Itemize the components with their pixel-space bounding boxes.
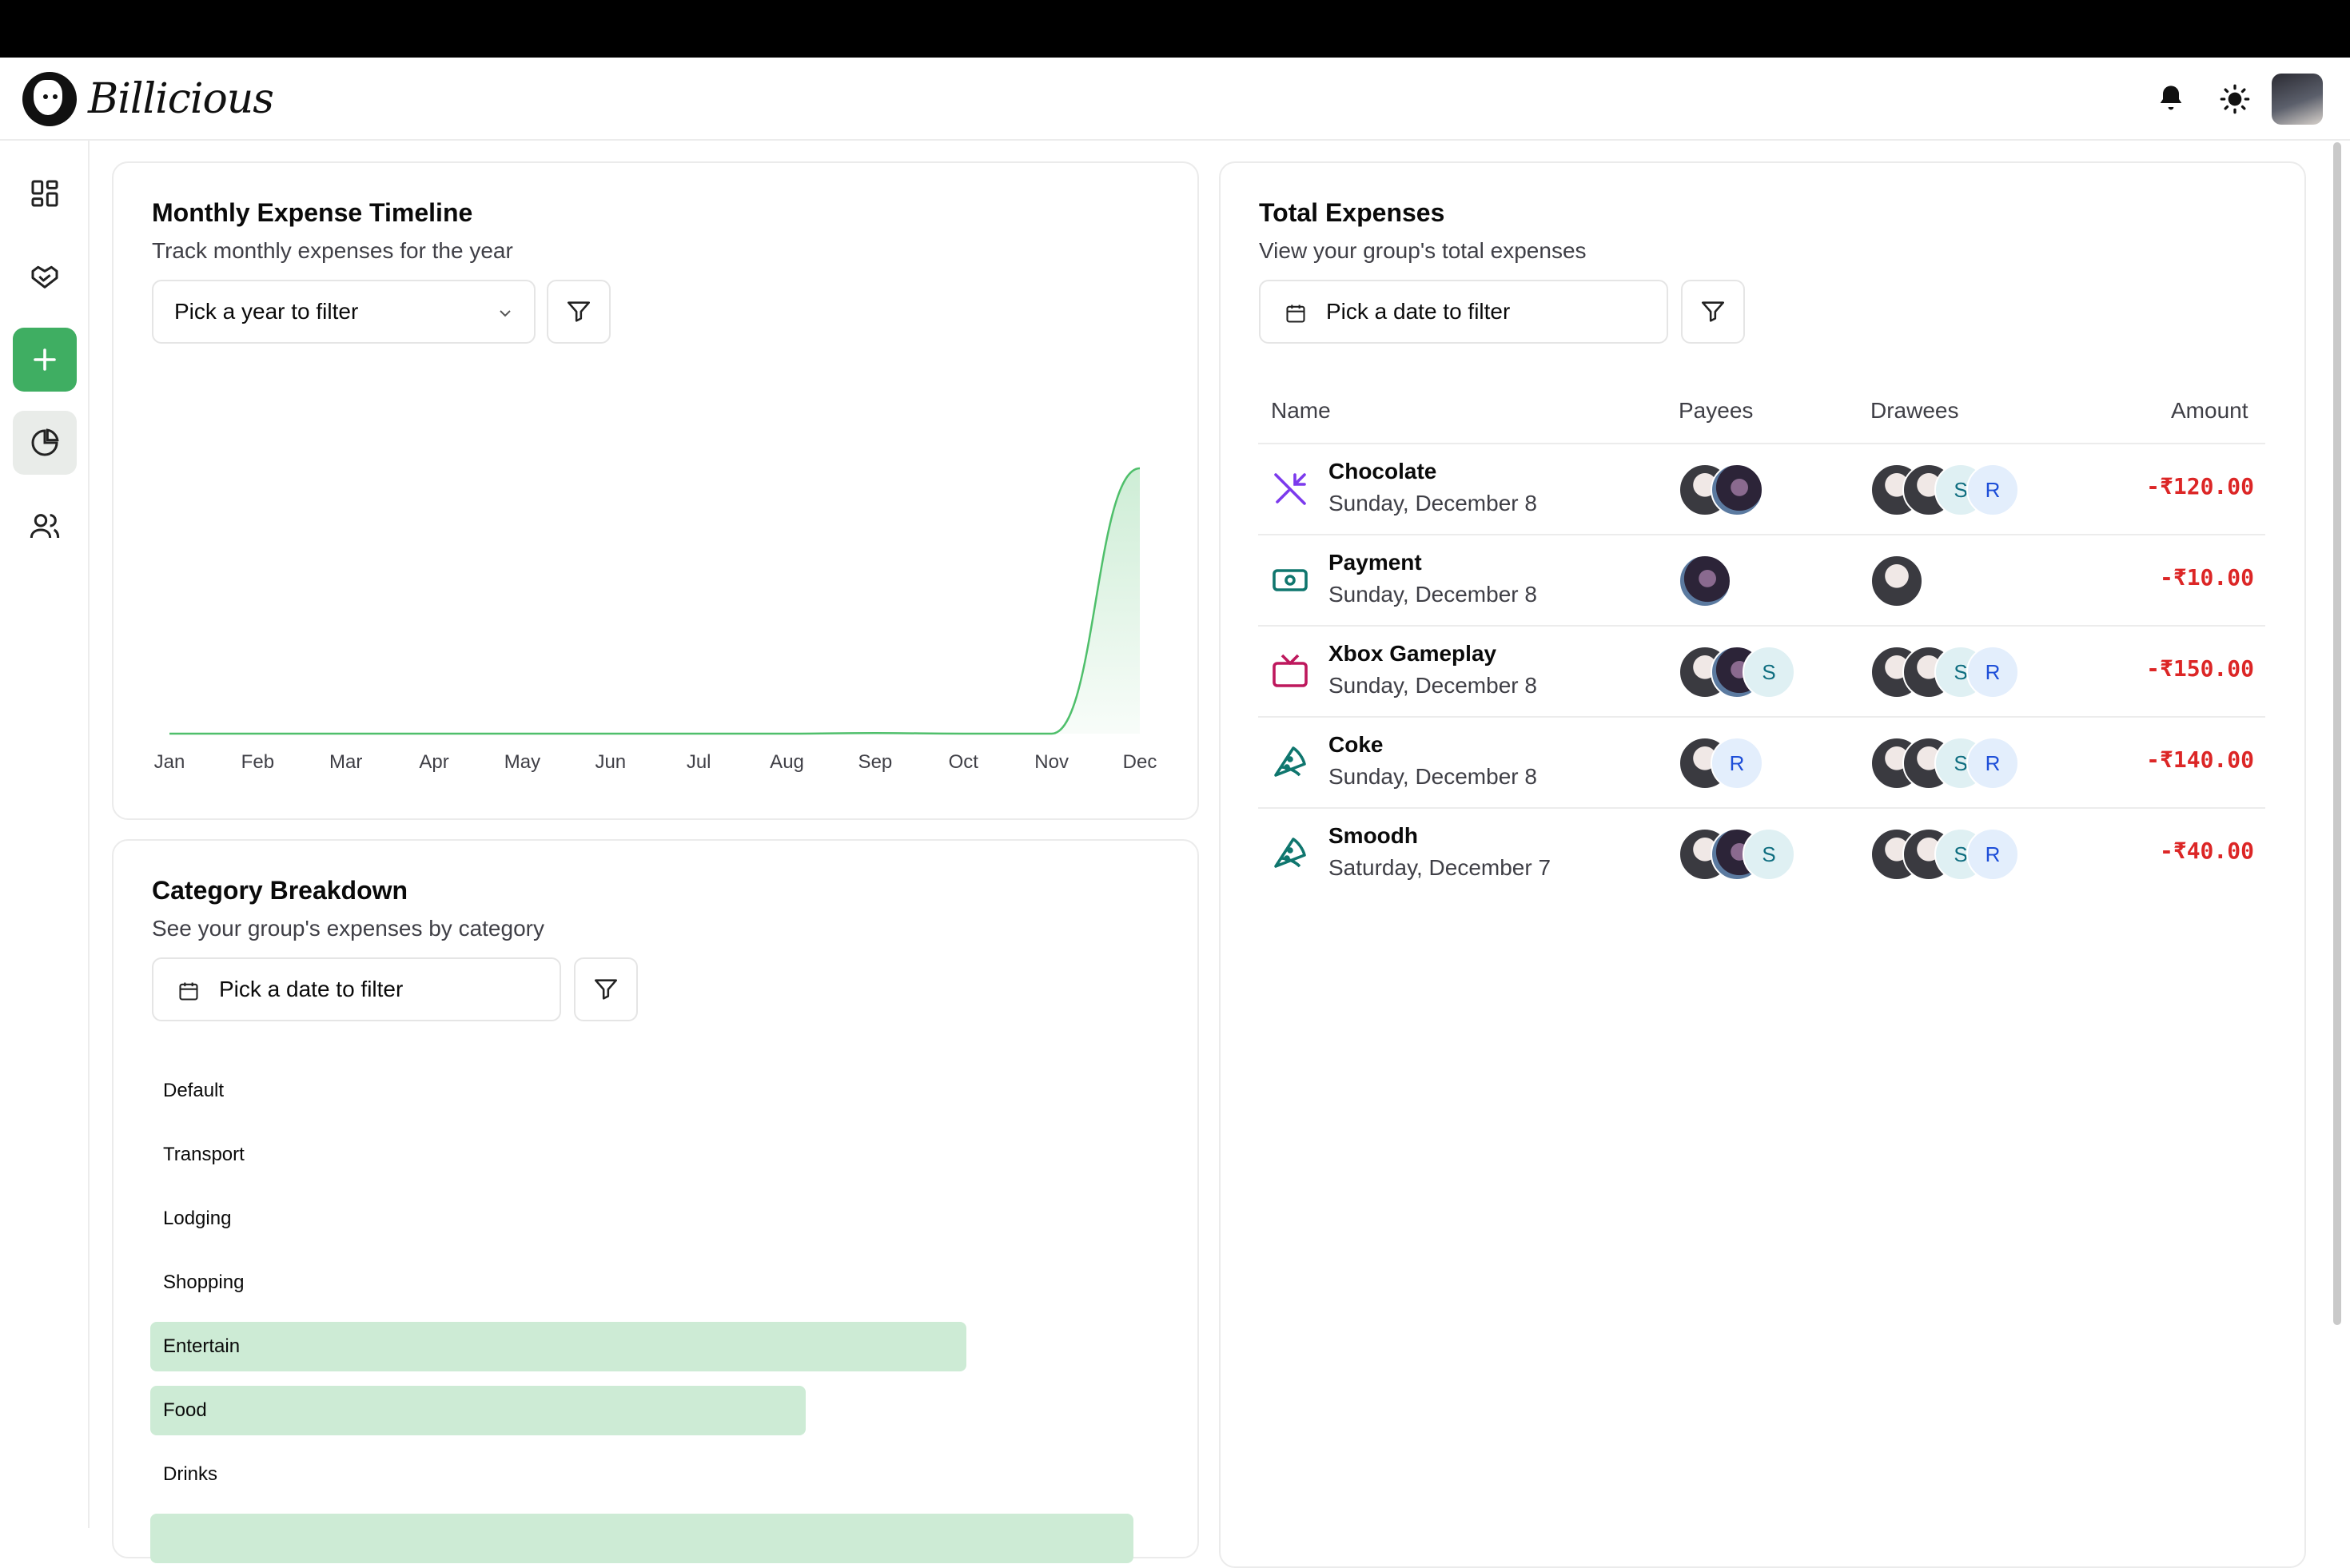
avatar: R [1966, 737, 2019, 790]
table-row[interactable]: Xbox Gameplay Sunday, December 8 S S R -… [1258, 625, 2265, 716]
expense-date: Sunday, December 8 [1328, 673, 1537, 698]
x-tick-label: Nov [1034, 751, 1069, 773]
expense-amount: -₹40.00 [2159, 838, 2254, 864]
expense-name: Coke [1328, 732, 1384, 757]
category-label: Shopping [163, 1272, 245, 1293]
filter-icon [1701, 301, 1725, 322]
avatar: R [1711, 737, 1763, 790]
x-tick-label: Sep [858, 751, 893, 773]
filter-icon [594, 979, 618, 1000]
x-tick-label: Jul [686, 751, 711, 773]
avatar: R [1966, 646, 2019, 698]
total-date-picker[interactable]: Pick a date to filter [1259, 280, 1668, 344]
expense-date: Sunday, December 8 [1328, 764, 1537, 789]
date-picker-value: Pick a date to filter [219, 977, 404, 1001]
expense-amount: -₹140.00 [2146, 746, 2254, 773]
expense-date: Sunday, December 8 [1328, 582, 1537, 607]
card-subtitle: See your group's expenses by category [152, 916, 544, 941]
expense-date: Saturday, December 7 [1328, 855, 1551, 880]
category-bar[interactable] [150, 1514, 1133, 1563]
table-row[interactable]: Payment Sunday, December 8 -₹10.00 [1258, 534, 2265, 625]
total-filter-button[interactable] [1681, 280, 1745, 344]
calendar-icon [1286, 304, 1305, 323]
logo-eye [43, 94, 48, 99]
expense-amount: -₹150.00 [2146, 655, 2254, 682]
date-picker-value: Pick a date to filter [1326, 299, 1511, 324]
expense-amount: -₹120.00 [2146, 473, 2254, 499]
category-label: Entertain [163, 1335, 241, 1357]
pizza-icon [1269, 742, 1311, 783]
avatar [1711, 464, 1763, 516]
category-bar[interactable] [150, 1322, 966, 1371]
category-date-picker[interactable]: Pick a date to filter [152, 957, 561, 1021]
x-tick-label: Oct [948, 751, 978, 773]
x-tick-label: Apr [419, 751, 449, 773]
category-label: Lodging [163, 1208, 232, 1229]
category-filter-button[interactable] [574, 957, 638, 1021]
card-subtitle: View your group's total expenses [1259, 238, 1587, 263]
tv-icon [1269, 651, 1311, 692]
banknote-icon [1269, 559, 1311, 601]
card-title: Total Expenses [1259, 198, 1445, 227]
column-header-name[interactable]: Name [1271, 398, 1331, 424]
x-tick-label: Dec [1122, 751, 1157, 773]
category-label: Food [163, 1399, 207, 1421]
avatar [1679, 555, 1731, 607]
expense-name: Smoodh [1328, 823, 1418, 848]
category-label: Transport [163, 1144, 245, 1165]
category-label: Drinks [163, 1463, 218, 1485]
logo-eye [53, 94, 58, 99]
x-tick-label: Mar [329, 751, 363, 773]
x-tick-label: Jun [595, 751, 627, 773]
x-tick-label: May [504, 751, 541, 773]
column-header-payees[interactable]: Payees [1679, 398, 1753, 424]
utensils-crossed-icon [1269, 468, 1311, 510]
table-row[interactable]: Coke Sunday, December 8 R S R -₹140.00 [1258, 716, 2265, 807]
expense-amount: -₹10.00 [2159, 564, 2254, 591]
avatar: R [1966, 464, 2019, 516]
expense-date: Sunday, December 8 [1328, 491, 1537, 515]
category-label: Default [163, 1080, 225, 1101]
expense-name: Xbox Gameplay [1328, 641, 1497, 666]
avatar: S [1743, 828, 1795, 881]
card-title: Category Breakdown [152, 876, 408, 905]
column-header-amount[interactable]: Amount [2171, 398, 2248, 424]
avatar [1870, 555, 1923, 607]
x-tick-label: Aug [770, 751, 804, 773]
expense-name: Payment [1328, 550, 1422, 575]
avatar: R [1966, 828, 2019, 881]
calendar-icon [179, 982, 198, 1001]
timeline-line [169, 467, 1141, 735]
x-tick-label: Feb [241, 751, 275, 773]
pizza-icon [1269, 833, 1311, 874]
column-header-drawees[interactable]: Drawees [1870, 398, 1958, 424]
category-card: Category Breakdown See your group's expe… [112, 839, 1199, 1558]
expense-name: Chocolate [1328, 459, 1437, 484]
timeline-area [169, 468, 1140, 734]
table-row[interactable]: Smoodh Saturday, December 7 S S R -₹40.0… [1258, 807, 2265, 898]
table-row[interactable]: Chocolate Sunday, December 8 S R -₹120.0… [1258, 443, 2265, 534]
avatar: S [1743, 646, 1795, 698]
category-bar[interactable] [150, 1386, 806, 1435]
x-tick-label: Jan [153, 751, 185, 773]
